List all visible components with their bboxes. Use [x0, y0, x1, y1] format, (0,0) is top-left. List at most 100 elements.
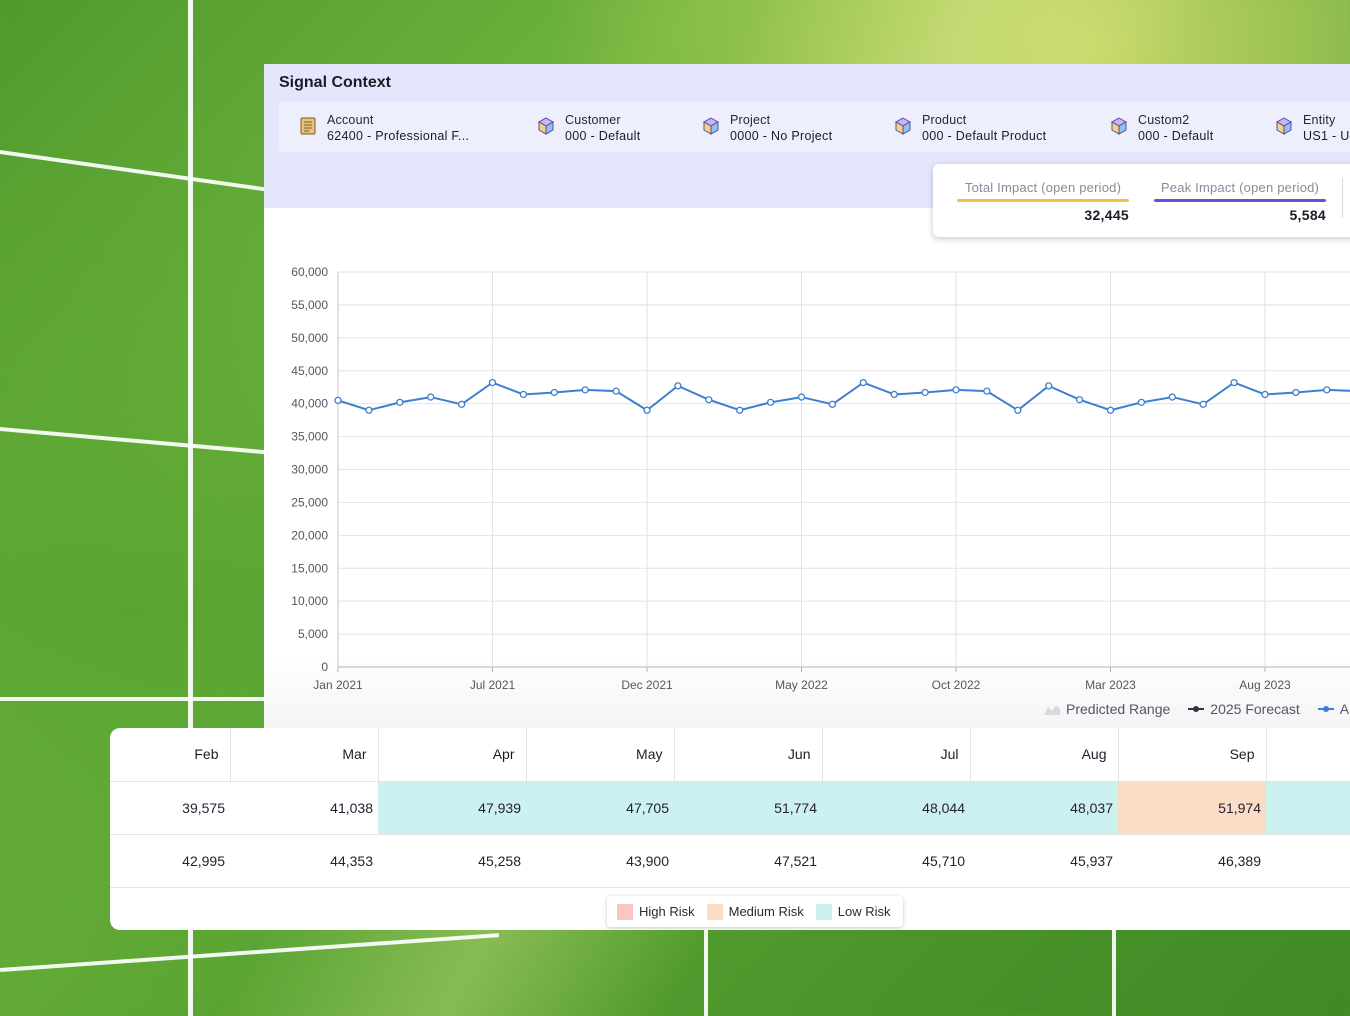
table-cell[interactable]: 45,258	[378, 834, 526, 888]
field-line	[704, 930, 708, 1016]
table-cell[interactable]: 42,995	[110, 834, 230, 888]
legend-label: 2025 Forecast	[1210, 701, 1300, 717]
table-cell[interactable]: 51,774	[674, 781, 822, 835]
data-point[interactable]	[766, 398, 775, 407]
legend-series-a[interactable]: A	[1317, 701, 1350, 717]
data-point[interactable]	[488, 378, 497, 387]
cube-icon	[702, 117, 720, 135]
data-point[interactable]	[952, 386, 960, 394]
context-item-account[interactable]: Account 62400 - Professional F...	[299, 112, 469, 144]
table-cell[interactable]: 47,939	[378, 781, 526, 835]
data-point[interactable]	[705, 396, 713, 404]
table-cell[interactable]: 44,353	[230, 834, 378, 888]
forecast-line-chart: 60,000 55,000 50,000 45,000 40,000 35,000 30,0…	[291, 265, 1350, 692]
table-cell[interactable]: 41,038	[230, 781, 378, 835]
field-line	[0, 697, 265, 701]
data-point[interactable]	[1014, 406, 1022, 414]
risk-legend: High Risk Medium Risk Low Risk	[607, 896, 903, 927]
table-cell[interactable]: 43,900	[526, 834, 674, 888]
y-tick-label: 25,000	[291, 495, 328, 509]
context-value: 000 - Default Product	[922, 129, 1047, 143]
legend-2025-forecast[interactable]: 2025 Forecast	[1188, 701, 1300, 717]
data-point[interactable]	[334, 396, 342, 405]
total-impact-bar	[957, 199, 1129, 202]
legend-label: A	[1339, 701, 1350, 717]
data-point[interactable]	[612, 387, 620, 395]
data-point[interactable]	[1230, 378, 1238, 387]
data-point[interactable]	[550, 388, 558, 397]
data-point[interactable]	[643, 406, 651, 414]
total-impact: Total Impact (open period) 32,445	[957, 180, 1129, 223]
data-point[interactable]	[1106, 406, 1115, 414]
data-point[interactable]	[736, 406, 744, 414]
data-point[interactable]	[1292, 388, 1300, 397]
table-row: 42,995 44,353 45,258 43,900 47,521 45,710 45,9…	[110, 834, 1350, 888]
context-value: 000 - Default	[565, 129, 641, 143]
y-tick-label: 30,000	[291, 463, 328, 477]
risk-swatch	[815, 903, 832, 920]
data-point[interactable]	[1075, 396, 1084, 404]
data-point[interactable]	[797, 393, 806, 401]
data-point[interactable]	[581, 386, 589, 394]
data-point[interactable]	[1137, 398, 1146, 407]
risk-legend-medium: Medium Risk	[706, 903, 804, 920]
data-point[interactable]	[859, 378, 867, 387]
data-point[interactable]	[365, 406, 373, 414]
legend-predicted-range[interactable]: Predicted Range	[1044, 701, 1170, 717]
table-cell	[1266, 781, 1350, 835]
forecast-table: Feb Mar Apr May Jun Jul Aug Sep 39,575 41,038 47,…	[110, 728, 1350, 888]
table-cell[interactable]: 48,044	[822, 781, 970, 835]
cube-icon	[1275, 117, 1293, 135]
data-point[interactable]	[519, 390, 528, 399]
series-polyline	[337, 381, 1350, 412]
total-impact-label: Total Impact (open period)	[964, 180, 1122, 195]
column-header[interactable]: Feb	[110, 728, 231, 782]
column-header	[1266, 728, 1350, 782]
context-item-product[interactable]: Product 000 - Default Product	[894, 112, 1046, 144]
line-marker-icon	[1188, 706, 1205, 712]
table-cell[interactable]: 45,710	[822, 834, 970, 888]
table-cell[interactable]: 48,037	[970, 781, 1118, 835]
column-header[interactable]: Apr	[378, 728, 527, 782]
data-point[interactable]	[1199, 400, 1207, 408]
chart-grid	[337, 271, 1350, 668]
context-bar: Account 62400 - Professional F... Custom…	[279, 102, 1350, 152]
data-point[interactable]	[828, 400, 837, 408]
column-header[interactable]: Sep	[1118, 728, 1267, 782]
column-header[interactable]: Jul	[822, 728, 971, 782]
table-cell[interactable]: 47,705	[526, 781, 674, 835]
table-cell[interactable]: 39,575	[110, 781, 230, 835]
data-point[interactable]	[396, 398, 404, 407]
risk-swatch	[706, 903, 723, 920]
context-item-custom2[interactable]: Custom2 000 - Default	[1110, 112, 1213, 144]
data-point[interactable]	[1323, 386, 1331, 394]
risk-label: High Risk	[639, 904, 695, 919]
context-item-entity[interactable]: Entity US1 - US	[1275, 112, 1350, 144]
context-value: 000 - Default	[1138, 129, 1214, 143]
data-point[interactable]	[427, 393, 435, 401]
column-header[interactable]: May	[526, 728, 675, 782]
context-value: 62400 - Professional F...	[327, 129, 470, 143]
data-point[interactable]	[890, 390, 898, 399]
data-point[interactable]	[983, 387, 991, 395]
context-item-customer[interactable]: Customer 000 - Default	[537, 112, 640, 144]
risk-swatch	[617, 903, 633, 920]
column-header[interactable]: Mar	[230, 728, 379, 782]
table-cell[interactable]: 51,974	[1118, 781, 1266, 835]
data-point[interactable]	[1261, 390, 1269, 399]
data-point[interactable]	[674, 382, 682, 390]
table-cell[interactable]: 46,389	[1118, 834, 1266, 888]
data-point[interactable]	[1168, 393, 1176, 401]
series-line	[334, 378, 1350, 414]
table-cell[interactable]: 47,521	[674, 834, 822, 888]
x-tick-label: Mar 2023	[1085, 678, 1136, 692]
data-point[interactable]	[1045, 382, 1053, 390]
column-header[interactable]: Aug	[970, 728, 1119, 782]
data-point[interactable]	[921, 388, 929, 397]
data-point[interactable]	[457, 400, 466, 408]
column-header[interactable]: Jun	[674, 728, 823, 782]
table-cell[interactable]: 45,937	[970, 834, 1118, 888]
context-item-project[interactable]: Project 0000 - No Project	[702, 112, 832, 144]
risk-legend-high: High Risk	[617, 903, 695, 920]
context-label: Account	[327, 113, 374, 127]
